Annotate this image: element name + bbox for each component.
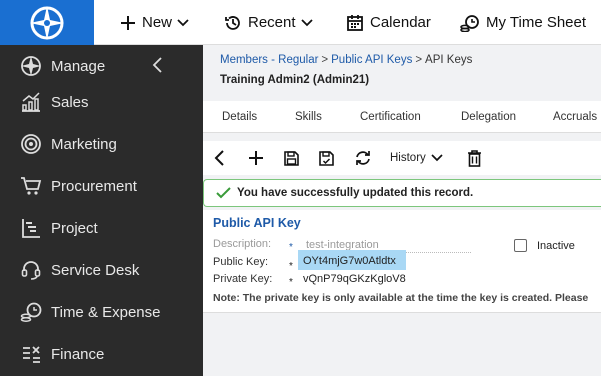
public-api-key-panel: Public API Key Description: * test-integ… <box>203 210 601 313</box>
refresh-button[interactable] <box>354 148 372 168</box>
recent-label: Recent <box>248 14 296 31</box>
plus-icon <box>120 15 136 31</box>
required-marker: * <box>289 261 293 272</box>
compass-icon <box>20 55 42 77</box>
headset-icon <box>20 259 42 281</box>
breadcrumb-separator-icon: > <box>321 54 329 66</box>
new-label: New <box>142 14 173 31</box>
clock-coins-icon <box>460 14 480 32</box>
back-button[interactable] <box>213 148 227 168</box>
checkmark-icon <box>216 187 231 199</box>
private-key-value[interactable]: vQnP79qGKzKgloV8 <box>303 273 406 285</box>
tab-skills[interactable]: Skills <box>295 111 322 123</box>
sidebar-item-finance[interactable]: Finance <box>0 334 203 374</box>
description-label: Description: <box>213 238 272 250</box>
sidebar-item-service-desk[interactable]: Service Desk <box>0 250 203 290</box>
target-icon <box>20 133 42 155</box>
my-time-sheet-link[interactable]: My Time Sheet <box>460 0 586 45</box>
trash-icon <box>468 149 481 167</box>
app-logo[interactable] <box>0 0 94 45</box>
sidebar-item-manage[interactable]: Manage <box>0 46 203 86</box>
save-icon <box>284 150 299 166</box>
my-time-sheet-label: My Time Sheet <box>486 14 587 31</box>
chevron-down-icon <box>431 154 443 162</box>
chevron-left-icon[interactable] <box>150 56 166 74</box>
required-marker: * <box>289 277 293 288</box>
calculator-icon <box>20 343 42 365</box>
cart-icon <box>20 175 42 197</box>
inactive-checkbox[interactable] <box>514 239 527 252</box>
breadcrumb: Members - Regular > Public API Keys > API Ke… <box>220 54 472 66</box>
sidebar-item-marketing[interactable]: Marketing <box>0 124 203 164</box>
record-title: Training Admin2 (Admin21) <box>220 74 370 86</box>
sidebar-item-label: Service Desk <box>51 261 140 279</box>
sidebar-item-label: Procurement <box>51 177 137 195</box>
chevron-left-icon <box>214 150 224 166</box>
success-banner: You have successfully updated this recor… <box>203 179 601 207</box>
top-bar: New Recent Calendar My Time Sheet <box>0 0 601 45</box>
required-marker: * <box>289 242 293 253</box>
sidebar-item-label: Manage <box>51 57 106 75</box>
recent-menu[interactable]: Recent <box>224 0 319 45</box>
gantt-icon <box>20 217 42 239</box>
chevron-down-icon <box>177 18 189 27</box>
public-key-value[interactable]: OYt4mjG7w0Atldtx <box>303 255 396 267</box>
delete-button[interactable] <box>467 148 482 168</box>
private-key-label: Private Key: <box>213 273 273 285</box>
breadcrumb-current: API Keys <box>425 54 473 66</box>
tab-delegation[interactable]: Delegation <box>461 111 516 123</box>
history-label: History <box>390 152 426 164</box>
save-button[interactable] <box>283 148 300 168</box>
add-button[interactable] <box>248 148 264 168</box>
sidebar-item-label: Sales <box>51 93 89 111</box>
section-title: Public API Key <box>213 216 301 230</box>
sidebar: Manage Sales Marketing Procurement Proje… <box>0 45 203 376</box>
chevron-down-icon <box>300 18 313 27</box>
breadcrumb-members-regular[interactable]: Members - Regular <box>220 54 318 66</box>
clock-coins-icon <box>20 301 42 323</box>
sidebar-item-label: Project <box>51 219 98 237</box>
calendar-label: Calendar <box>370 14 431 31</box>
history-dropdown[interactable]: History <box>390 148 443 168</box>
breadcrumb-public-api-keys[interactable]: Public API Keys <box>331 54 412 66</box>
sidebar-item-project[interactable]: Project <box>0 208 203 248</box>
inactive-label: Inactive <box>537 240 575 252</box>
sidebar-item-label: Time & Expense <box>51 303 161 321</box>
sidebar-item-label: Finance <box>51 345 105 363</box>
compass-logo-icon <box>30 5 64 40</box>
public-key-label: Public Key: <box>213 256 269 268</box>
new-menu[interactable]: New <box>120 0 195 45</box>
tab-details[interactable]: Details <box>222 111 257 123</box>
refresh-icon <box>356 151 370 165</box>
tab-certification[interactable]: Certification <box>360 111 421 123</box>
sidebar-item-sales[interactable]: Sales <box>0 82 203 122</box>
private-key-note: Note: The private key is only available … <box>213 292 589 304</box>
tab-accruals[interactable]: Accruals <box>553 111 597 123</box>
chart-growth-icon <box>20 91 42 113</box>
calendar-icon <box>346 14 364 32</box>
breadcrumb-separator-icon: > <box>415 54 423 66</box>
sidebar-item-time-expense[interactable]: Time & Expense <box>0 292 203 332</box>
save-and-close-icon <box>319 150 334 166</box>
tab-bar: Details Skills Certification Delegation … <box>203 101 601 133</box>
record-toolbar: History <box>203 141 601 175</box>
calendar-link[interactable]: Calendar <box>346 0 431 45</box>
sidebar-item-label: Marketing <box>51 135 117 153</box>
history-icon <box>224 14 242 32</box>
sidebar-item-procurement[interactable]: Procurement <box>0 166 203 206</box>
save-and-close-button[interactable] <box>318 148 335 168</box>
success-message: You have successfully updated this recor… <box>237 187 474 199</box>
plus-icon <box>249 151 263 165</box>
main-content: Members - Regular > Public API Keys > API Ke… <box>203 45 601 376</box>
